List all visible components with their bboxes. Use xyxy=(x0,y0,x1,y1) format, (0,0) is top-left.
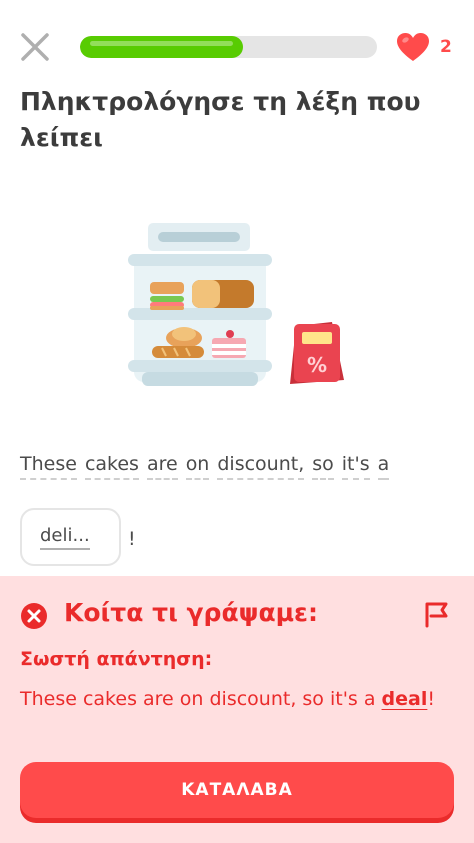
hearts-counter[interactable]: 2 xyxy=(396,32,452,62)
flag-icon[interactable] xyxy=(422,600,452,628)
sentence-word[interactable]: it's xyxy=(341,453,370,480)
heart-count: 2 xyxy=(440,37,452,57)
progress-shine xyxy=(90,41,234,46)
heart-icon xyxy=(397,33,429,61)
sentence-word[interactable]: These xyxy=(20,453,77,480)
answer-input-value: deli... xyxy=(40,525,90,550)
exercise-sentence: These cakes are on discount, so it's a xyxy=(20,453,390,480)
sentence-word[interactable]: so xyxy=(312,453,334,480)
answer-input[interactable]: deli... xyxy=(20,508,121,566)
sentence-word[interactable]: discount, xyxy=(217,453,305,480)
feedback-title: Κοίτα τι γράψαμε: xyxy=(64,598,318,627)
correct-answer-prefix: These cakes are on discount, so it's a xyxy=(20,688,382,710)
sentence-word[interactable]: are xyxy=(146,453,178,480)
sentence-word[interactable]: a xyxy=(377,453,390,480)
bakery-display-case-illustration: % xyxy=(120,220,356,392)
sentence-word[interactable]: cakes xyxy=(84,453,139,480)
continue-button[interactable]: ΚΑΤΑΛΑΒΑ xyxy=(20,762,454,818)
close-icon xyxy=(21,33,49,61)
svg-text:%: % xyxy=(307,353,327,377)
correct-answer-suffix: ! xyxy=(427,688,435,710)
lesson-progress-bar xyxy=(80,36,377,58)
close-button[interactable] xyxy=(18,30,52,64)
correct-answer-label: Σωστή απάντηση: xyxy=(20,648,213,670)
correct-answer-highlight: deal xyxy=(381,688,428,710)
error-x-icon xyxy=(21,603,47,629)
sentence-trailing-punctuation: ! xyxy=(128,528,136,550)
lesson-progress-fill xyxy=(80,36,244,58)
prompt-title: Πληκτρολόγησε τη λέξη που λείπει xyxy=(20,87,421,152)
sentence-word[interactable]: on xyxy=(185,453,210,480)
correct-answer-text: These cakes are on discount, so it's a d… xyxy=(20,684,440,714)
